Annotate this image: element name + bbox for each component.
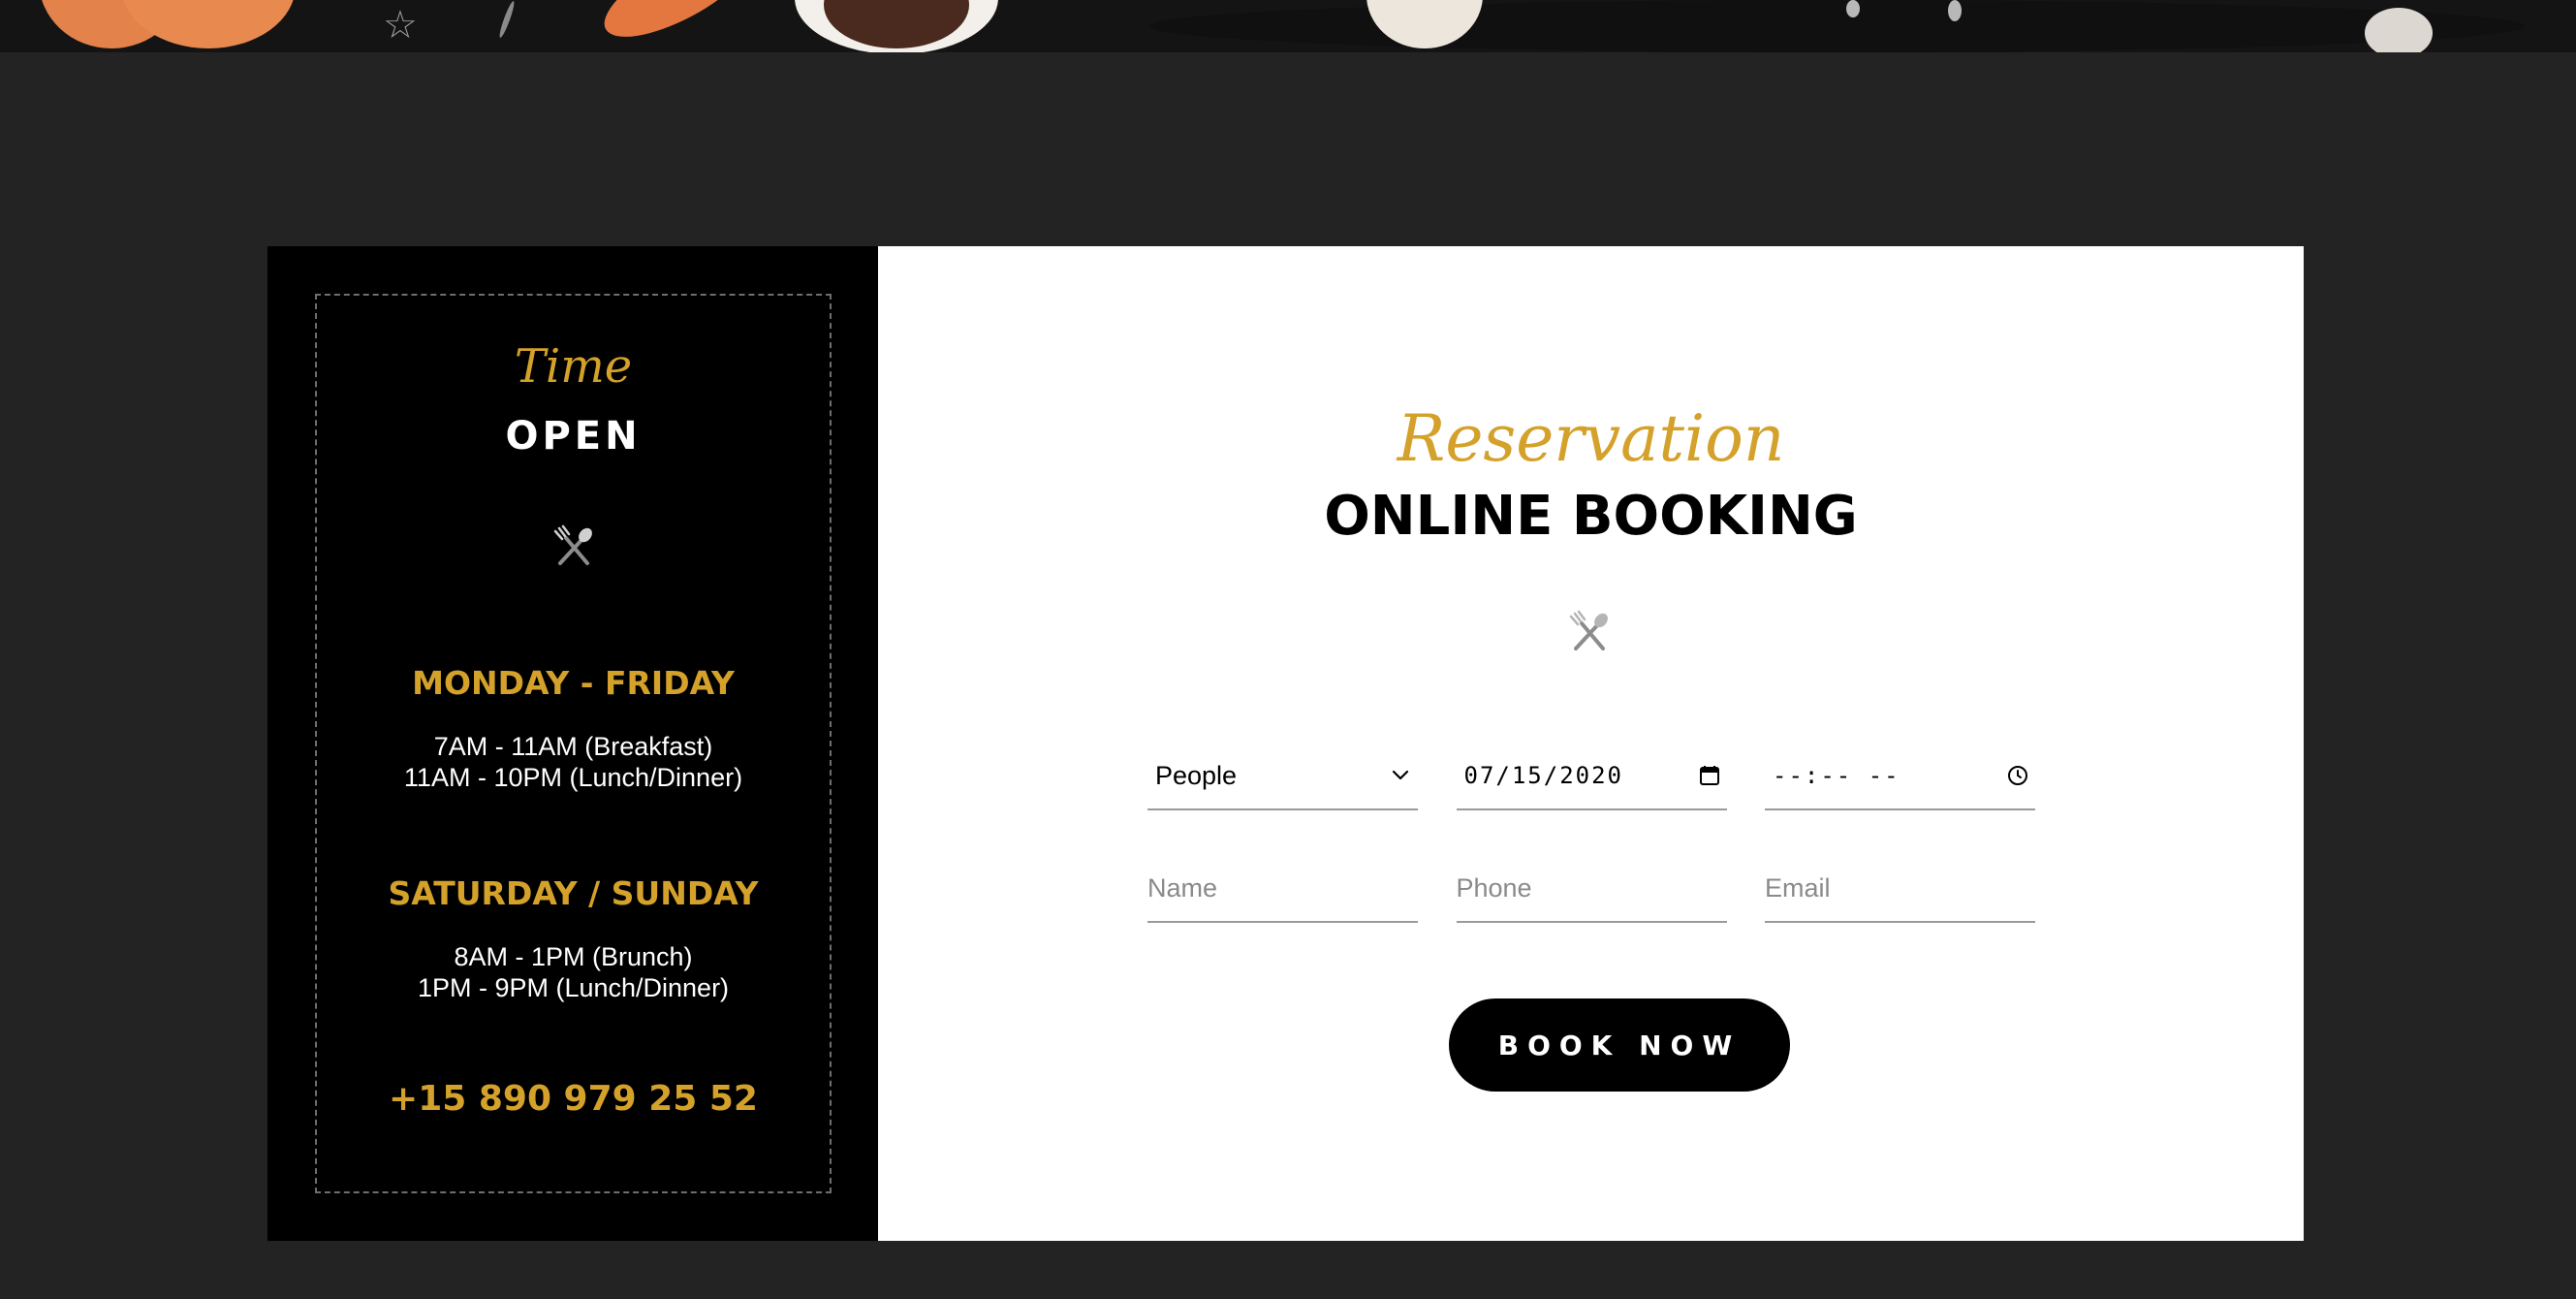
weekday-time-breakfast: 7AM - 11AM (Breakfast) — [433, 732, 713, 761]
hours-dashed-frame: Time OPEN MONDAY - FRIDAY 7AM - 11AM (Br… — [315, 294, 832, 1193]
weekend-time-brunch: 8AM - 1PM (Brunch) — [454, 942, 693, 971]
hero-background-dark — [1148, 0, 2525, 52]
phone-field-placeholder: Phone — [1456, 872, 1532, 903]
hero-image-strip: ☆ — [0, 0, 2576, 52]
weekend-time-lunch-dinner: 1PM - 9PM (Lunch/Dinner) — [417, 973, 730, 1002]
flower-image — [2365, 8, 2433, 52]
calendar-icon[interactable] — [1696, 762, 1723, 789]
email-field-placeholder: Email — [1765, 872, 1831, 903]
booking-panel: Reservation ONLINE BOOKING People 07/15/… — [878, 246, 2304, 1241]
date-input[interactable]: 07/15/2020 — [1456, 743, 1727, 810]
clock-icon[interactable] — [2004, 762, 2031, 789]
decoration-image — [1846, 0, 1860, 17]
carrot-image — [591, 0, 766, 52]
phone-field[interactable]: Phone — [1456, 855, 1727, 923]
name-field-placeholder: Name — [1147, 872, 1218, 903]
utensil-image — [497, 0, 517, 39]
book-now-button[interactable]: BOOK NOW — [1449, 998, 1790, 1092]
people-select-value: People — [1155, 760, 1238, 790]
star-cutter-image: ☆ — [383, 4, 418, 47]
hours-heading: OPEN — [505, 414, 642, 459]
email-field[interactable]: Email — [1765, 855, 2035, 923]
booking-script-title: Reservation — [1397, 401, 1785, 476]
opening-hours-panel: Time OPEN MONDAY - FRIDAY 7AM - 11AM (Br… — [267, 246, 878, 1241]
phone-number[interactable]: +15 890 979 25 52 — [317, 1079, 830, 1119]
weekday-label: MONDAY - FRIDAY — [412, 664, 735, 702]
chevron-down-icon — [1387, 762, 1414, 789]
time-input-value: --:-- -- — [1773, 762, 1901, 789]
name-field[interactable]: Name — [1147, 855, 1418, 923]
people-select[interactable]: People — [1147, 743, 1418, 810]
weekend-label: SATURDAY / SUNDAY — [388, 874, 759, 912]
utensils-icon — [550, 523, 598, 572]
date-input-value: 07/15/2020 — [1463, 762, 1623, 789]
booking-heading: ONLINE BOOKING — [1324, 485, 1858, 548]
cracker-image — [121, 0, 296, 48]
hours-script-title: Time — [514, 339, 633, 394]
time-input[interactable]: --:-- -- — [1765, 743, 2035, 810]
booking-form-row-1: People 07/15/2020 --:-- -- — [1147, 743, 2035, 810]
decoration-image — [1948, 0, 1962, 21]
reservation-card: Time OPEN MONDAY - FRIDAY 7AM - 11AM (Br… — [267, 246, 2304, 1241]
utensils-icon — [1565, 609, 1614, 657]
weekday-time-lunch-dinner: 11AM - 10PM (Lunch/Dinner) — [403, 763, 743, 792]
booking-form-row-2: Name Phone Email — [1147, 855, 2035, 923]
